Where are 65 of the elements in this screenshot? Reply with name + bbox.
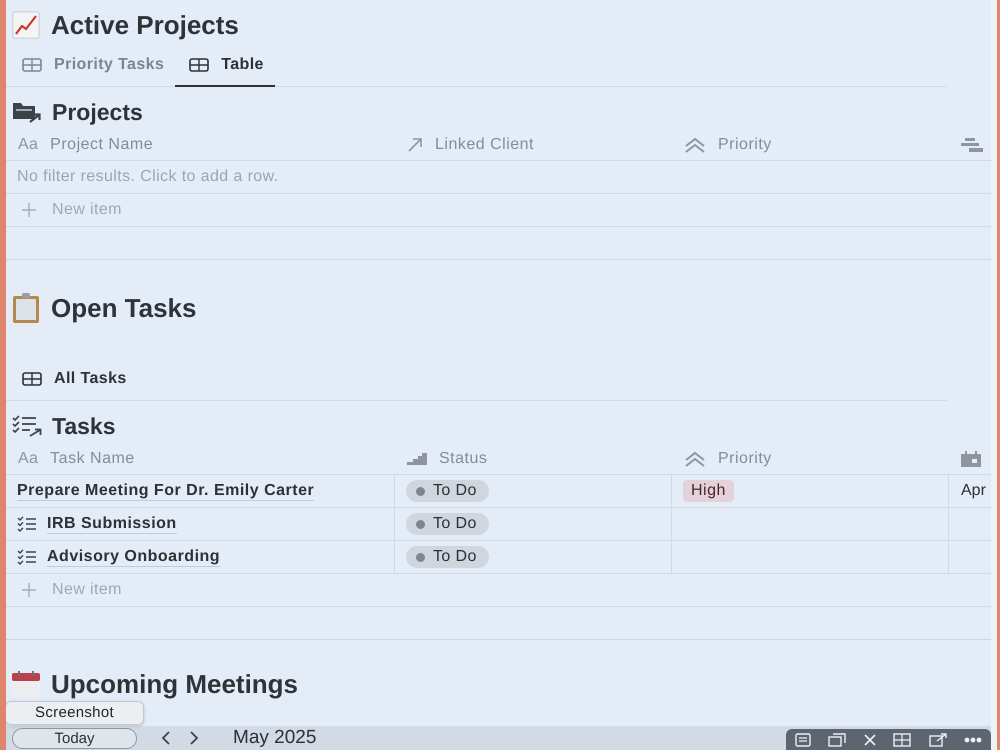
- column-header[interactable]: Aa Project Name: [6, 129, 395, 160]
- column-header[interactable]: Status: [395, 443, 672, 474]
- close-icon[interactable]: [864, 734, 876, 746]
- database-title: Projects: [52, 98, 143, 127]
- document-icon[interactable]: [794, 732, 811, 746]
- plus-icon: [22, 583, 36, 597]
- column-header[interactable]: Linked Client: [395, 129, 672, 160]
- status-label: To Do: [433, 548, 477, 566]
- grid-icon[interactable]: [893, 732, 912, 746]
- page-title: Active Projects: [51, 9, 239, 42]
- arrow-icon: [407, 136, 423, 152]
- window-icon[interactable]: [828, 732, 846, 746]
- tooltip: Screenshot: [6, 701, 144, 725]
- column-label: Project Name: [50, 136, 154, 154]
- table-icon: [189, 58, 210, 72]
- folder-arrow-icon: [12, 101, 42, 123]
- chevron-left-icon[interactable]: [161, 731, 171, 745]
- title-glyph: Aa: [18, 450, 38, 468]
- chevron-right-icon[interactable]: [189, 731, 199, 745]
- column-label: Linked Client: [435, 136, 534, 154]
- checklist-arrow-icon: [12, 415, 42, 437]
- database-title: Tasks: [52, 412, 116, 441]
- task-title-link[interactable]: Prepare Meeting For Dr. Emily Carter: [17, 481, 314, 501]
- checklist-icon: [17, 549, 37, 565]
- double-chevron-icon: [684, 136, 706, 152]
- date-text: Apr: [961, 482, 986, 500]
- status-dot-icon: [416, 552, 425, 562]
- column-label: Task Name: [50, 450, 135, 468]
- status-label: To Do: [433, 482, 477, 500]
- expand-icon[interactable]: [928, 732, 947, 746]
- column-label: Status: [439, 450, 488, 468]
- view-tab[interactable]: All Tasks: [8, 358, 138, 401]
- status-dot-icon: [416, 486, 425, 496]
- calendar-icon: [12, 671, 40, 697]
- plus-icon: [22, 203, 36, 217]
- new-item-button[interactable]: New item: [6, 574, 991, 607]
- more-icon[interactable]: [964, 736, 982, 742]
- table-icon: [22, 58, 42, 72]
- table-icon: [22, 372, 42, 386]
- task-title-link[interactable]: IRB Submission: [47, 514, 177, 534]
- timeline-icon: [961, 138, 983, 152]
- empty-message[interactable]: No filter results. Click to add a row.: [6, 168, 279, 186]
- double-chevron-icon: [684, 450, 706, 466]
- status-bars-icon: [407, 452, 427, 464]
- priority-tag: High: [683, 480, 734, 502]
- status-dot-icon: [416, 520, 425, 528]
- column-header[interactable]: Priority: [672, 129, 949, 160]
- calendar-icon: [961, 450, 981, 466]
- column-label: Priority: [718, 450, 772, 468]
- title-glyph: Aa: [18, 136, 38, 154]
- chart-icon: [12, 11, 40, 39]
- column-header[interactable]: Priority: [672, 443, 949, 474]
- column-label: Priority: [718, 136, 772, 154]
- month-label: May 2025: [233, 727, 316, 749]
- status-label: To Do: [433, 515, 477, 533]
- view-tab[interactable]: Priority Tasks: [8, 44, 176, 87]
- view-tab[interactable]: Table: [175, 44, 275, 87]
- checklist-icon: [17, 516, 37, 532]
- task-title-link[interactable]: Advisory Onboarding: [47, 547, 220, 567]
- clipboard-icon: [12, 293, 40, 323]
- column-header[interactable]: Aa Task Name: [6, 443, 395, 474]
- section-title: Open Tasks: [51, 292, 196, 325]
- today-button[interactable]: Today: [12, 728, 137, 748]
- new-item-button[interactable]: New item: [6, 194, 991, 227]
- section-title: Upcoming Meetings: [51, 668, 298, 701]
